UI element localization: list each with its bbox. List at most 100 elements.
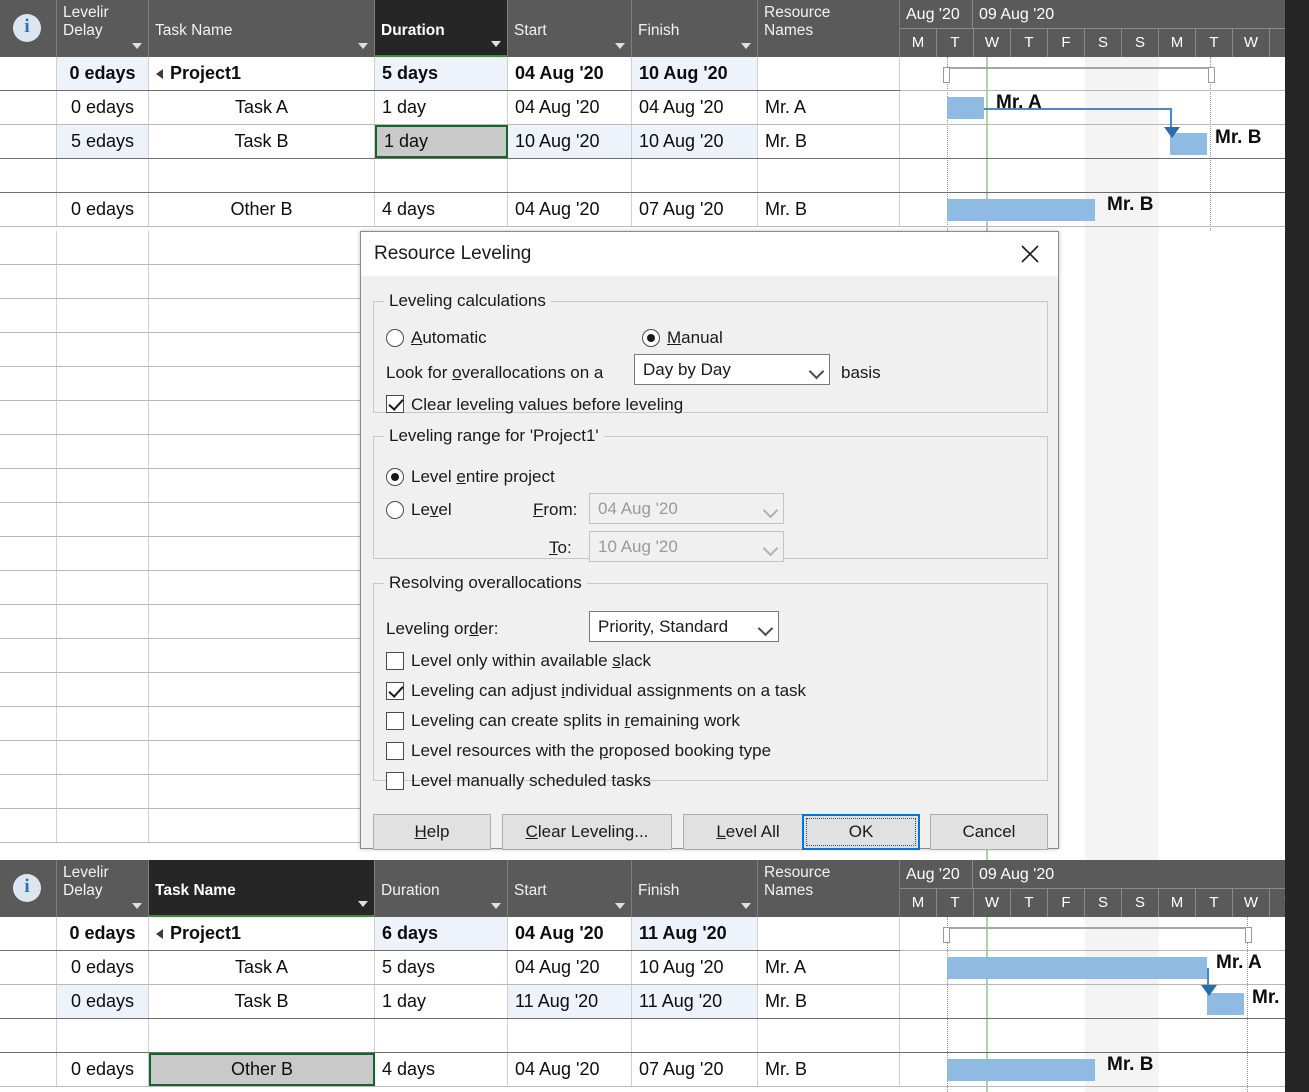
cell-indicator[interactable]: [0, 159, 57, 192]
cell-finish[interactable]: 11 Aug '20: [632, 917, 758, 950]
cell-indicator[interactable]: [0, 775, 57, 808]
cell-indicator[interactable]: [0, 537, 57, 570]
cell-start[interactable]: 04 Aug '20: [508, 57, 632, 90]
cell-task-name[interactable]: [149, 1019, 375, 1052]
cell-leveling-delay[interactable]: [57, 1019, 149, 1052]
cell-leveling-delay[interactable]: [57, 673, 149, 706]
cell-task-name[interactable]: Other B: [149, 193, 375, 226]
chevron-down-icon[interactable]: [132, 903, 142, 909]
cell-start[interactable]: 04 Aug '20: [508, 917, 632, 950]
gantt-body-bottom[interactable]: Mr. A Mr. B Mr. B: [900, 917, 1309, 1092]
cell-task-name[interactable]: Project1: [149, 57, 375, 90]
cell-leveling-delay[interactable]: 0 edays: [57, 193, 149, 226]
cell-task-name[interactable]: Task B: [149, 985, 375, 1018]
cell-leveling-delay[interactable]: [57, 469, 149, 502]
radio-manual[interactable]: [642, 329, 660, 347]
cell-start[interactable]: 04 Aug '20: [508, 951, 632, 984]
cell-leveling-delay[interactable]: [57, 741, 149, 774]
cell-resource-names[interactable]: [758, 57, 900, 90]
cell-leveling-delay[interactable]: [57, 537, 149, 570]
chevron-down-icon[interactable]: [615, 43, 625, 49]
cell-indicator[interactable]: [0, 503, 57, 536]
column-header-indicator-top[interactable]: [0, 0, 57, 57]
cell-start[interactable]: 04 Aug '20: [508, 91, 632, 124]
column-header-task-name-bottom[interactable]: Task Name: [149, 860, 375, 917]
cell-indicator[interactable]: [0, 333, 57, 366]
cell-leveling-delay[interactable]: [57, 605, 149, 638]
column-header-resource-names-top[interactable]: Resource Names: [758, 0, 900, 57]
column-header-indicator-bottom[interactable]: [0, 860, 57, 917]
column-header-task-name-top[interactable]: Task Name: [149, 0, 375, 57]
cell-duration[interactable]: [375, 1019, 508, 1052]
table-row[interactable]: 0 edays Task A 1 day 04 Aug '20 04 Aug '…: [0, 91, 900, 125]
column-header-start-bottom[interactable]: Start: [508, 860, 632, 917]
cell-indicator[interactable]: [0, 265, 57, 298]
cell-indicator[interactable]: [0, 231, 57, 264]
cell-leveling-delay[interactable]: 0 edays: [57, 985, 149, 1018]
close-icon[interactable]: [1010, 238, 1050, 270]
cell-start[interactable]: 11 Aug '20: [508, 985, 632, 1018]
clear-leveling-button[interactable]: Clear Leveling...: [502, 814, 672, 850]
task-bar[interactable]: [1207, 993, 1244, 1015]
cell-task-name[interactable]: [149, 265, 375, 298]
cell-indicator[interactable]: [0, 469, 57, 502]
cell-finish[interactable]: 07 Aug '20: [632, 1053, 758, 1086]
cell-task-name[interactable]: [149, 537, 375, 570]
cell-indicator[interactable]: [0, 1053, 57, 1086]
cell-task-name[interactable]: [149, 231, 375, 264]
cell-resource-names[interactable]: Mr. B: [758, 985, 900, 1018]
cell-finish[interactable]: 04 Aug '20: [632, 91, 758, 124]
cell-leveling-delay[interactable]: [57, 809, 149, 842]
cell-task-name-selected[interactable]: Other B: [149, 1053, 375, 1086]
cell-start[interactable]: [508, 159, 632, 192]
cell-task-name[interactable]: Task A: [149, 951, 375, 984]
cell-indicator[interactable]: [0, 125, 57, 158]
cell-resource-names[interactable]: Mr. B: [758, 125, 900, 158]
chevron-down-icon[interactable]: [358, 43, 368, 49]
cell-leveling-delay[interactable]: [57, 435, 149, 468]
cell-finish[interactable]: [632, 1019, 758, 1052]
cell-finish[interactable]: 10 Aug '20: [632, 57, 758, 90]
radio-automatic[interactable]: [386, 329, 404, 347]
cell-task-name[interactable]: [149, 367, 375, 400]
checkbox-manually-scheduled-tasks[interactable]: [386, 772, 404, 790]
cell-task-name[interactable]: [149, 469, 375, 502]
cell-indicator[interactable]: [0, 367, 57, 400]
table-row[interactable]: 0 edays Other B 4 days 04 Aug '20 07 Aug…: [0, 193, 900, 227]
cell-task-name[interactable]: [149, 673, 375, 706]
cell-leveling-delay[interactable]: 0 edays: [57, 917, 149, 950]
cell-task-name[interactable]: [149, 605, 375, 638]
cell-indicator[interactable]: [0, 707, 57, 740]
cell-leveling-delay[interactable]: [57, 775, 149, 808]
cell-leveling-delay[interactable]: 5 edays: [57, 125, 149, 158]
cell-duration[interactable]: 5 days: [375, 57, 508, 90]
cell-resource-names[interactable]: Mr. B: [758, 1053, 900, 1086]
cell-task-name[interactable]: [149, 333, 375, 366]
task-bar[interactable]: [947, 97, 984, 119]
cell-resource-names[interactable]: [758, 1019, 900, 1052]
cell-task-name[interactable]: [149, 775, 375, 808]
gantt-row[interactable]: [900, 985, 1309, 1019]
cell-task-name[interactable]: [149, 159, 375, 192]
cell-indicator[interactable]: [0, 91, 57, 124]
cell-task-name[interactable]: [149, 571, 375, 604]
chevron-down-icon[interactable]: [491, 903, 501, 909]
cell-duration[interactable]: [375, 159, 508, 192]
chevron-down-icon[interactable]: [491, 41, 501, 47]
radio-level-range[interactable]: [386, 501, 404, 519]
collapse-triangle-icon[interactable]: [156, 928, 163, 939]
cell-indicator[interactable]: [0, 193, 57, 226]
chevron-down-icon[interactable]: [132, 43, 142, 49]
table-row[interactable]: 0 edays Task A 5 days 04 Aug '20 10 Aug …: [0, 951, 900, 985]
cell-leveling-delay[interactable]: [57, 231, 149, 264]
cell-indicator[interactable]: [0, 809, 57, 842]
cell-indicator[interactable]: [0, 1019, 57, 1052]
cell-indicator[interactable]: [0, 57, 57, 90]
cell-task-name[interactable]: Task B: [149, 125, 375, 158]
cell-duration[interactable]: 5 days: [375, 951, 508, 984]
cell-task-name[interactable]: [149, 741, 375, 774]
cell-indicator[interactable]: [0, 639, 57, 672]
cell-duration-selected[interactable]: 1 day: [375, 125, 508, 158]
column-header-duration-bottom[interactable]: Duration: [375, 860, 508, 917]
column-header-duration-top[interactable]: Duration: [375, 0, 508, 57]
